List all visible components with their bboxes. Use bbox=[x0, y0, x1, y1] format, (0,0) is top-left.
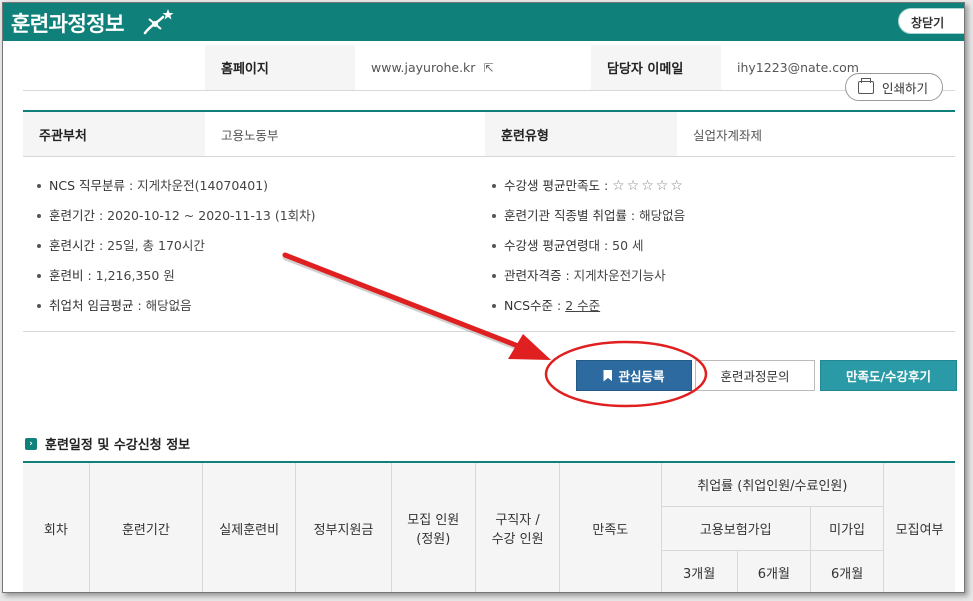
reviews-button[interactable]: 만족도/수강후기 bbox=[820, 360, 957, 391]
section-arrow-icon: › bbox=[25, 437, 37, 450]
printer-icon bbox=[858, 77, 874, 94]
info-training-hours: 훈련시간 : 25일, 총 170시간 bbox=[37, 235, 205, 254]
info-satisfaction: 수강생 평균만족도 : ☆☆☆☆☆ bbox=[492, 175, 685, 194]
print-button[interactable]: 인쇄하기 bbox=[845, 73, 943, 101]
email-label: 담당자 이메일 bbox=[591, 45, 721, 90]
training-type-value: 실업자계좌제 bbox=[693, 127, 763, 143]
external-link-icon[interactable]: ⇱ bbox=[483, 61, 493, 75]
col-recruit: 모집 인원 (정원) bbox=[390, 461, 476, 592]
col-recruiting-status: 모집여부 bbox=[883, 461, 955, 592]
rating-stars-icon: ☆☆☆☆☆ bbox=[612, 178, 685, 194]
close-window-button[interactable]: 창닫기 bbox=[898, 8, 964, 34]
info-employment-rate: 훈련기관 직종별 취업률 : 해당없음 bbox=[492, 205, 685, 224]
info-certificate: 관련자격증 : 지게차운전기능사 bbox=[492, 265, 666, 284]
schedule-table: 회차 훈련기간 실제훈련비 정부지원금 모집 인원 (정원) 구직자 / 수강 인원… bbox=[23, 461, 955, 592]
add-favorite-label: 관심등록 bbox=[618, 369, 665, 384]
bookmark-icon bbox=[603, 369, 613, 382]
header-bar: 훈련과정정보 창닫기 bbox=[3, 3, 964, 41]
training-type-label: 훈련유형 bbox=[485, 112, 677, 156]
page-title: 훈련과정정보 bbox=[11, 12, 124, 36]
col-round: 회차 bbox=[23, 461, 90, 592]
ncs-level-link[interactable]: 2 수준 bbox=[565, 298, 600, 313]
col-seekers: 구직자 / 수강 인원 bbox=[474, 461, 561, 592]
info-ncs-level: NCS수준 : 2 수준 bbox=[492, 295, 600, 314]
course-inquiry-button[interactable]: 훈련과정문의 bbox=[695, 360, 815, 391]
homepage-link[interactable]: www.jayurohe.kr bbox=[371, 60, 475, 75]
add-favorite-button[interactable]: 관심등록 bbox=[576, 360, 692, 391]
contact-row: 홈페이지 www.jayurohe.kr ⇱ 담당자 이메일 ihy1223@n… bbox=[23, 45, 955, 91]
homepage-label: 홈페이지 bbox=[205, 45, 355, 90]
info-average-wage: 취업처 임금평균 : 해당없음 bbox=[37, 295, 192, 314]
col-uninsured-6m: 6개월 bbox=[809, 549, 885, 592]
homepage-value[interactable]: www.jayurohe.kr ⇱ bbox=[355, 45, 591, 90]
course-info-window: 훈련과정정보 창닫기 홈페이지 www.jayurohe.kr ⇱ 담당자 이메… bbox=[2, 2, 965, 593]
col-period: 훈련기간 bbox=[88, 461, 204, 592]
print-label: 인쇄하기 bbox=[882, 80, 929, 96]
info-training-period: 훈련기간 : 2020-10-12 ~ 2020-11-13 (1회차) bbox=[37, 205, 316, 224]
info-average-age: 수강생 평균연령대 : 50 세 bbox=[492, 235, 644, 254]
col-satisfaction: 만족도 bbox=[559, 461, 662, 592]
dept-value: 고용노동부 bbox=[221, 127, 279, 143]
col-actual-fee: 실제훈련비 bbox=[202, 461, 297, 592]
dept-label: 주관부처 bbox=[23, 112, 205, 156]
col-insured-3m: 3개월 bbox=[660, 549, 738, 592]
col-uninsured: 미가입 bbox=[809, 505, 885, 551]
col-employment-rate: 취업률 (취업인원/수료인원) bbox=[660, 461, 885, 507]
section-divider bbox=[23, 331, 955, 332]
col-insured-6m: 6개월 bbox=[736, 549, 811, 592]
info-training-fee: 훈련비 : 1,216,350 원 bbox=[37, 265, 175, 284]
col-gov-support: 정부지원금 bbox=[295, 461, 392, 592]
org-row: 주관부처 고용노동부 훈련유형 실업자계좌제 bbox=[23, 110, 955, 157]
col-insured: 고용보험가입 bbox=[660, 505, 811, 551]
logo-icon bbox=[143, 9, 174, 35]
info-ncs-category: NCS 직무분류 : 지게차운전(14070401) bbox=[37, 175, 268, 194]
schedule-section-label: 훈련일정 및 수강신청 정보 bbox=[45, 438, 191, 453]
schedule-section-title: › 훈련일정 및 수강신청 정보 bbox=[25, 434, 190, 453]
